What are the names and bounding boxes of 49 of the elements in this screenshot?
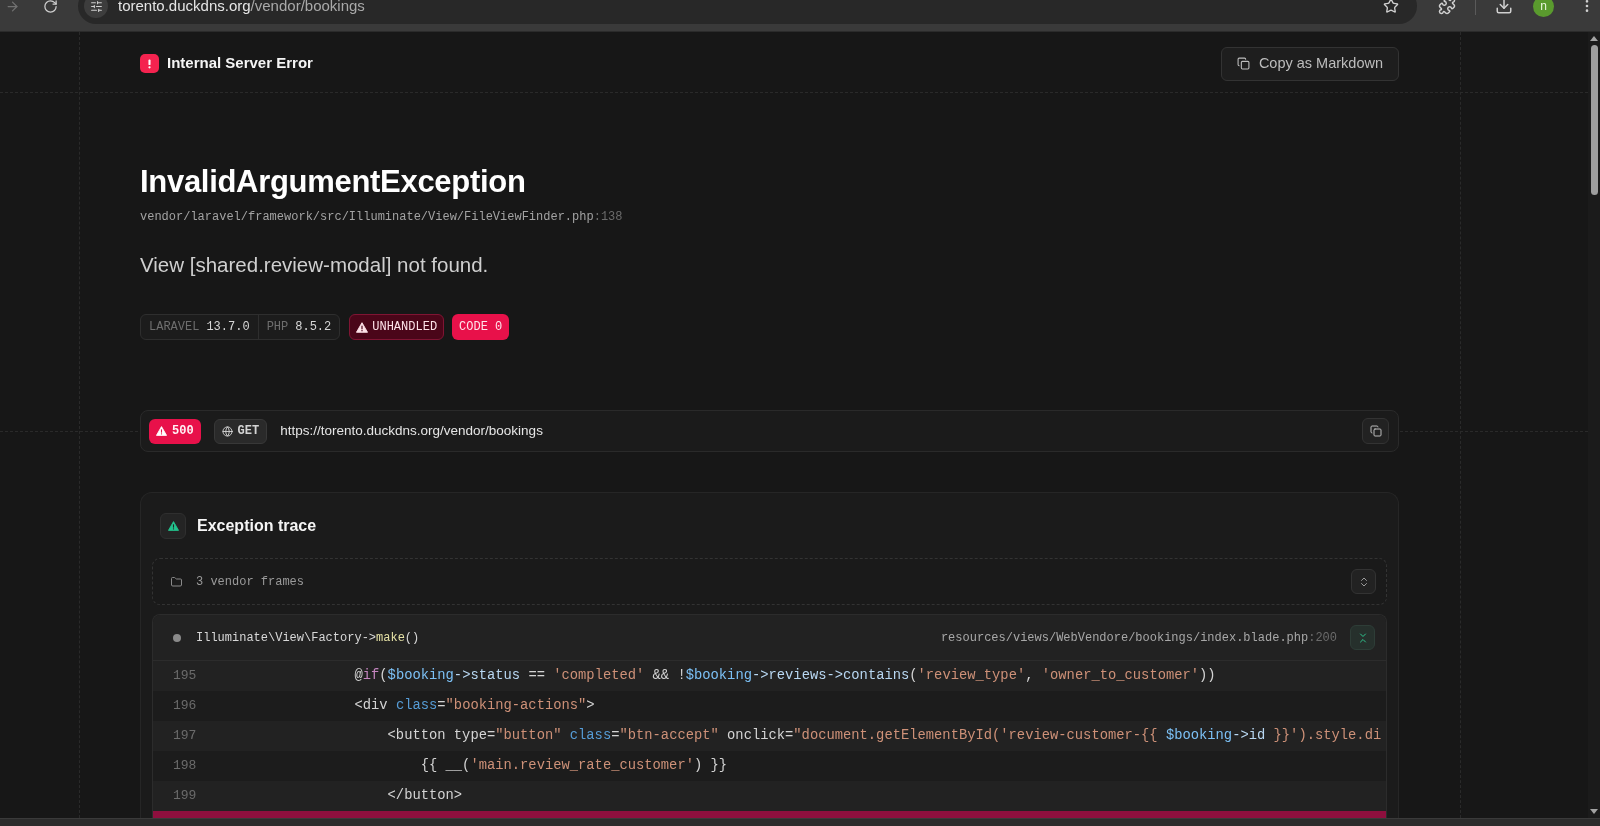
line-number: 199 [173, 787, 198, 806]
exception-name: InvalidArgumentException [140, 164, 526, 200]
line-number: 195 [173, 667, 198, 686]
frame-file-path: resources/views/WebVendore/bookings/index.blade.php:200 [940, 629, 1337, 647]
copy-icon [1369, 425, 1382, 437]
folder-icon [170, 575, 183, 588]
request-url: https://torento.duckdns.org/vendor/bookings [280, 421, 543, 440]
page-title: Internal Server Error [167, 53, 313, 74]
copy-url-button[interactable] [1362, 418, 1389, 444]
warning-icon [160, 513, 186, 539]
trace-title: Exception trace [197, 516, 317, 536]
vendor-frames-row[interactable]: 3 vendor frames [152, 558, 1387, 605]
warning-icon [156, 426, 167, 436]
download-icon[interactable] [1495, 0, 1513, 15]
address-field[interactable]: torento.duckdns.org/vendor/bookings [78, 0, 1417, 24]
line-number: 198 [173, 757, 198, 776]
copy-icon [1236, 57, 1250, 70]
frame-function: Illuminate\View\Factory->make() [196, 629, 420, 647]
collapse-button[interactable] [1350, 625, 1375, 650]
star-icon[interactable] [1383, 0, 1399, 14]
scroll-down-icon[interactable] [1590, 809, 1598, 814]
sliders-icon[interactable] [84, 0, 108, 18]
scroll-up-icon[interactable] [1590, 36, 1598, 41]
url-text: torento.duckdns.org/vendor/bookings [118, 0, 365, 16]
code-line: <div class="booking-actions"> [354, 696, 595, 715]
vendor-frames-label: 3 vendor frames [196, 573, 305, 591]
version-text: LARAVEL 13.7.0 [149, 319, 250, 336]
line-number: 196 [173, 697, 198, 716]
scrollbar[interactable] [1588, 32, 1600, 818]
line-number: 197 [173, 727, 198, 746]
reload-icon[interactable] [43, 0, 58, 14]
alert-icon [140, 54, 159, 73]
code-line: </button> [387, 786, 463, 805]
version-text: PHP 8.5.2 [266, 319, 332, 336]
puzzle-icon[interactable] [1438, 0, 1456, 15]
unhandled-label: UNHANDLED [372, 319, 438, 336]
method-text: GET [237, 423, 260, 440]
exception-message: View [shared.review-modal] not found. [140, 252, 489, 278]
warning-icon [356, 321, 369, 333]
status-text: 500 [172, 423, 194, 440]
code-line: <button type="button" class="btn-accept" onclick="document.getElementById('review-customer-{{ $booking->id }}').style.di [387, 726, 1382, 745]
exception-file-path: vendor/laravel/framework/src/Illuminate/View/FileViewFinder.php:138 [140, 209, 623, 225]
globe-icon [221, 425, 233, 437]
code-line: @if($booking->status == 'completed' && !$booking->reviews->contains('review_type', 'owner_to_customer')) [354, 666, 1216, 685]
error-code: CODE 0 [452, 314, 510, 340]
code-line: {{ __('main.review_rate_customer') }} [420, 756, 728, 775]
scrollbar-thumb[interactable] [1590, 45, 1598, 195]
copy-markdown-button[interactable]: Copy as Markdown [1220, 46, 1399, 81]
dot-icon [173, 633, 181, 642]
